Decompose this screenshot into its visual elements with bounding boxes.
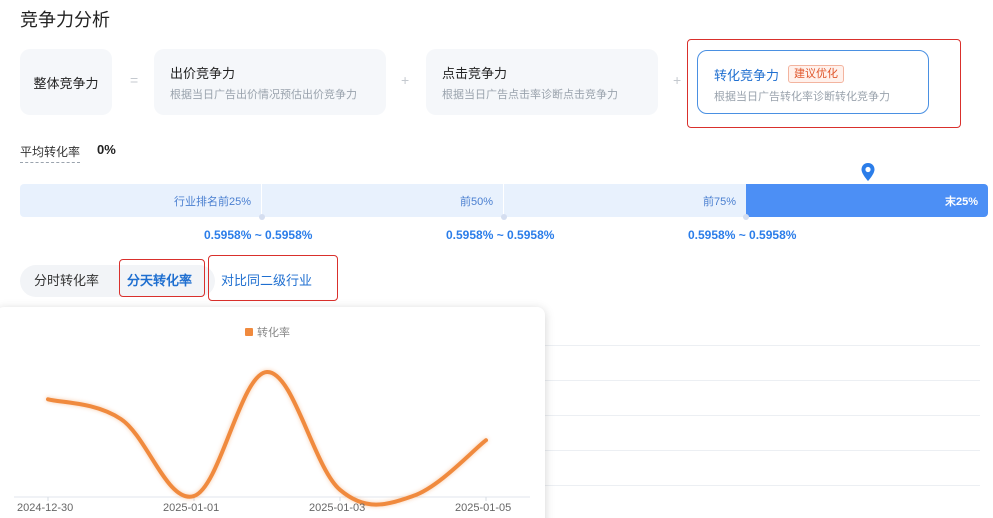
conversion-line-chart xyxy=(14,369,530,507)
x-axis-tick-label: 2025-01-03 xyxy=(309,502,366,514)
x-axis-tick-label: 2024-12-30 xyxy=(17,502,74,514)
series-line-conversion xyxy=(46,369,488,507)
x-axis-tick-label: 2025-01-01 xyxy=(163,502,220,514)
x-axis-tick-label: 2025-01-05 xyxy=(455,502,512,514)
